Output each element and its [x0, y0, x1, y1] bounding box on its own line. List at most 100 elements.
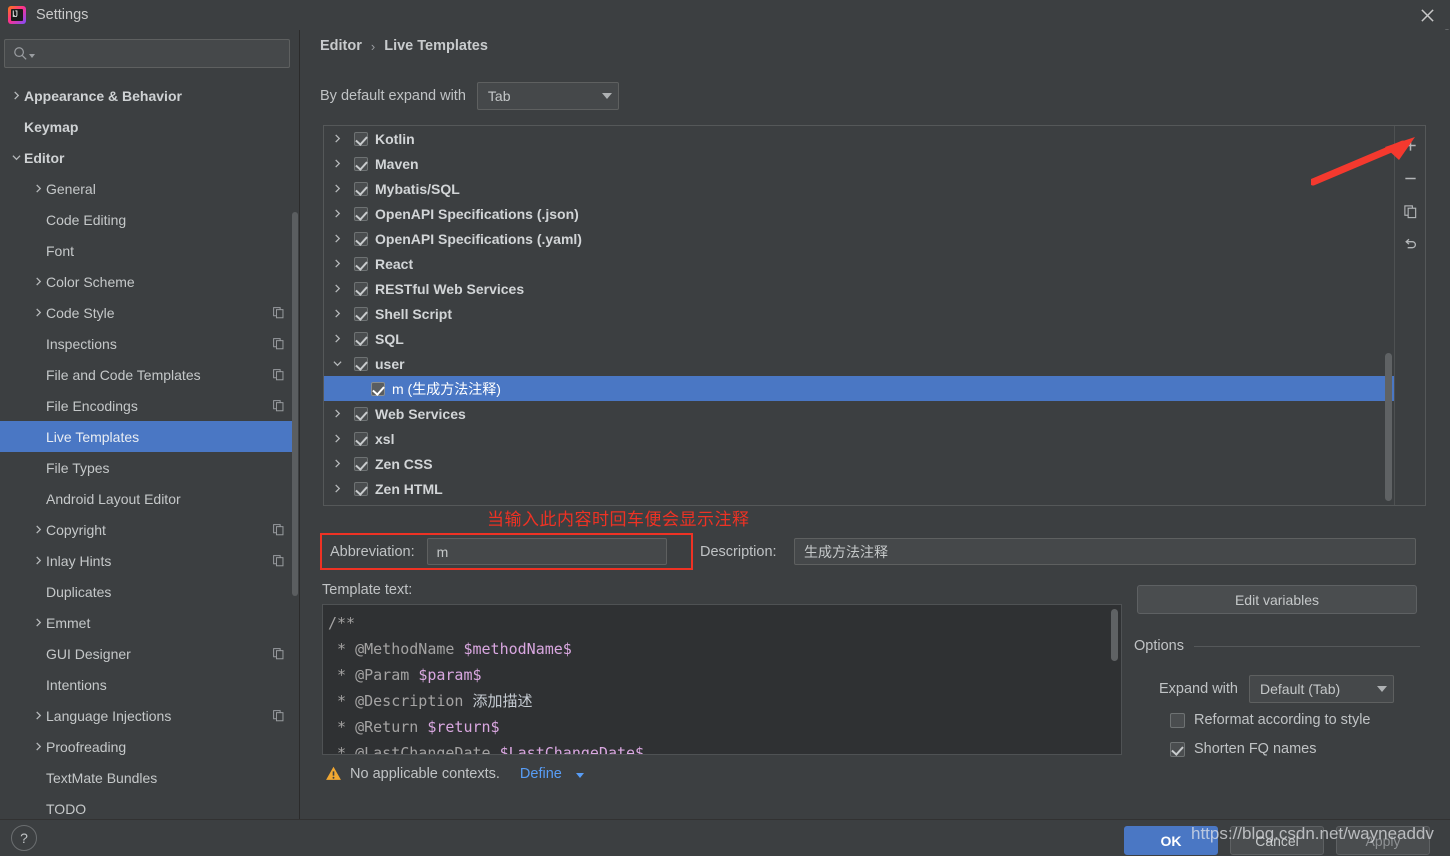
sidebar-item-language-injections[interactable]: Language Injections — [0, 700, 293, 731]
edit-variables-button[interactable]: Edit variables — [1137, 585, 1417, 614]
sidebar-item-android-layout-editor[interactable]: Android Layout Editor — [0, 483, 293, 514]
template-enabled-checkbox[interactable] — [354, 331, 368, 346]
table-row[interactable]: OpenAPI Specifications (.json) — [324, 201, 1395, 226]
help-button[interactable]: ? — [11, 825, 37, 851]
live-templates-tree[interactable]: Kotlin Maven Mybatis/SQL OpenAPI Specificat… — [324, 126, 1395, 505]
templates-scrollbar[interactable] — [1383, 126, 1394, 505]
table-row[interactable]: SQL — [324, 326, 1395, 351]
chevron-right-icon[interactable] — [8, 91, 24, 100]
chevron-right-icon[interactable] — [30, 184, 46, 193]
sidebar-item-general[interactable]: General — [0, 173, 293, 204]
sidebar-item-code-editing[interactable]: Code Editing — [0, 204, 293, 235]
chevron-down-icon[interactable] — [8, 153, 24, 162]
sidebar-item-inspections[interactable]: Inspections — [0, 328, 293, 359]
template-enabled-checkbox[interactable] — [354, 356, 368, 371]
sidebar-item-appearance-behavior[interactable]: Appearance & Behavior — [0, 80, 293, 111]
chevron-right-icon[interactable] — [30, 277, 46, 286]
chevron-right-icon[interactable] — [333, 409, 354, 418]
chevron-right-icon[interactable] — [333, 159, 354, 168]
copy-settings-icon[interactable] — [272, 306, 285, 319]
table-row[interactable]: Shell Script — [324, 301, 1395, 326]
sidebar-item-editor[interactable]: Editor — [0, 142, 293, 173]
sidebar-item-proofreading[interactable]: Proofreading — [0, 731, 293, 762]
expand-with-dropdown[interactable]: Default (Tab) — [1249, 675, 1394, 703]
sidebar-item-inlay-hints[interactable]: Inlay Hints — [0, 545, 293, 576]
sidebar-item-code-style[interactable]: Code Style — [0, 297, 293, 328]
template-text-editor[interactable]: /** * @MethodName $methodName$ * @Param … — [322, 604, 1122, 755]
sidebar-item-emmet[interactable]: Emmet — [0, 607, 293, 638]
sidebar-item-duplicates[interactable]: Duplicates — [0, 576, 293, 607]
chevron-right-icon[interactable] — [333, 334, 354, 343]
template-enabled-checkbox[interactable] — [354, 456, 368, 471]
chevron-right-icon[interactable] — [333, 184, 354, 193]
chevron-right-icon[interactable] — [30, 711, 46, 720]
chevron-right-icon[interactable] — [333, 459, 354, 468]
shorten-fq-names-checkbox[interactable]: Shorten FQ names — [1170, 741, 1317, 757]
sidebar-tree[interactable]: Appearance & Behavior Keymap Editor General… — [0, 80, 293, 818]
cancel-button[interactable]: Cancel — [1230, 826, 1324, 855]
remove-template-button[interactable] — [1399, 167, 1421, 189]
copy-settings-icon[interactable] — [272, 523, 285, 536]
template-enabled-checkbox[interactable] — [354, 231, 368, 246]
sidebar-item-file-and-code-templates[interactable]: File and Code Templates — [0, 359, 293, 390]
sidebar-item-color-scheme[interactable]: Color Scheme — [0, 266, 293, 297]
sidebar-item-gui-designer[interactable]: GUI Designer — [0, 638, 293, 669]
copy-settings-icon[interactable] — [272, 709, 285, 722]
abbreviation-input[interactable]: m — [426, 538, 667, 565]
chevron-right-icon[interactable] — [333, 259, 354, 268]
template-text-scrollbar[interactable] — [1110, 609, 1119, 751]
template-enabled-checkbox[interactable] — [354, 181, 368, 196]
define-context-link[interactable]: Define — [520, 766, 562, 782]
chevron-down-icon[interactable] — [333, 359, 354, 368]
reformat-according-to-style-checkbox[interactable]: Reformat according to style — [1170, 712, 1371, 728]
sidebar-item-copyright[interactable]: Copyright — [0, 514, 293, 545]
chevron-right-icon[interactable] — [333, 484, 354, 493]
search-input[interactable] — [4, 39, 290, 68]
chevron-right-icon[interactable] — [30, 308, 46, 317]
duplicate-template-button[interactable] — [1399, 200, 1421, 222]
templates-scrollbar-thumb[interactable] — [1385, 353, 1392, 501]
copy-settings-icon[interactable] — [272, 554, 285, 567]
chevron-right-icon[interactable] — [333, 134, 354, 143]
table-row[interactable]: Kotlin — [324, 126, 1395, 151]
template-text-scrollbar-thumb[interactable] — [1111, 609, 1118, 661]
chevron-right-icon[interactable] — [30, 742, 46, 751]
template-enabled-checkbox[interactable] — [354, 156, 368, 171]
template-enabled-checkbox[interactable] — [354, 306, 368, 321]
ok-button[interactable]: OK — [1124, 826, 1218, 855]
template-enabled-checkbox[interactable] — [354, 431, 368, 446]
copy-settings-icon[interactable] — [272, 647, 285, 660]
table-row[interactable]: React — [324, 251, 1395, 276]
template-enabled-checkbox[interactable] — [354, 281, 368, 296]
table-row[interactable]: RESTful Web Services — [324, 276, 1395, 301]
table-row[interactable]: xsl — [324, 426, 1395, 451]
chevron-right-icon[interactable] — [30, 556, 46, 565]
template-enabled-checkbox[interactable] — [354, 131, 368, 146]
table-row[interactable]: Maven — [324, 151, 1395, 176]
sidebar-item-textmate-bundles[interactable]: TextMate Bundles — [0, 762, 293, 793]
table-row[interactable]: m (生成方法注释) — [324, 376, 1395, 401]
sidebar-item-file-types[interactable]: File Types — [0, 452, 293, 483]
template-enabled-checkbox[interactable] — [354, 481, 368, 496]
sidebar-item-keymap[interactable]: Keymap — [0, 111, 293, 142]
table-row[interactable]: OpenAPI Specifications (.yaml) — [324, 226, 1395, 251]
table-row[interactable]: Zen HTML — [324, 476, 1395, 501]
copy-settings-icon[interactable] — [272, 337, 285, 350]
template-enabled-checkbox[interactable] — [354, 256, 368, 271]
template-enabled-checkbox[interactable] — [371, 381, 385, 396]
default-expand-dropdown[interactable]: Tab — [476, 82, 619, 110]
revert-template-button[interactable] — [1399, 233, 1421, 255]
table-row[interactable]: user — [324, 351, 1395, 376]
breadcrumb-parent[interactable]: Editor — [320, 38, 362, 54]
sidebar-item-live-templates[interactable]: Live Templates — [0, 421, 293, 452]
sidebar-item-file-encodings[interactable]: File Encodings — [0, 390, 293, 421]
copy-settings-icon[interactable] — [272, 368, 285, 381]
add-template-button[interactable] — [1399, 134, 1421, 156]
sidebar-item-intentions[interactable]: Intentions — [0, 669, 293, 700]
copy-settings-icon[interactable] — [272, 399, 285, 412]
template-enabled-checkbox[interactable] — [354, 406, 368, 421]
apply-button[interactable]: Apply — [1336, 826, 1430, 855]
search-filter-caret-icon[interactable] — [29, 54, 35, 58]
chevron-right-icon[interactable] — [333, 234, 354, 243]
sidebar-item-font[interactable]: Font — [0, 235, 293, 266]
